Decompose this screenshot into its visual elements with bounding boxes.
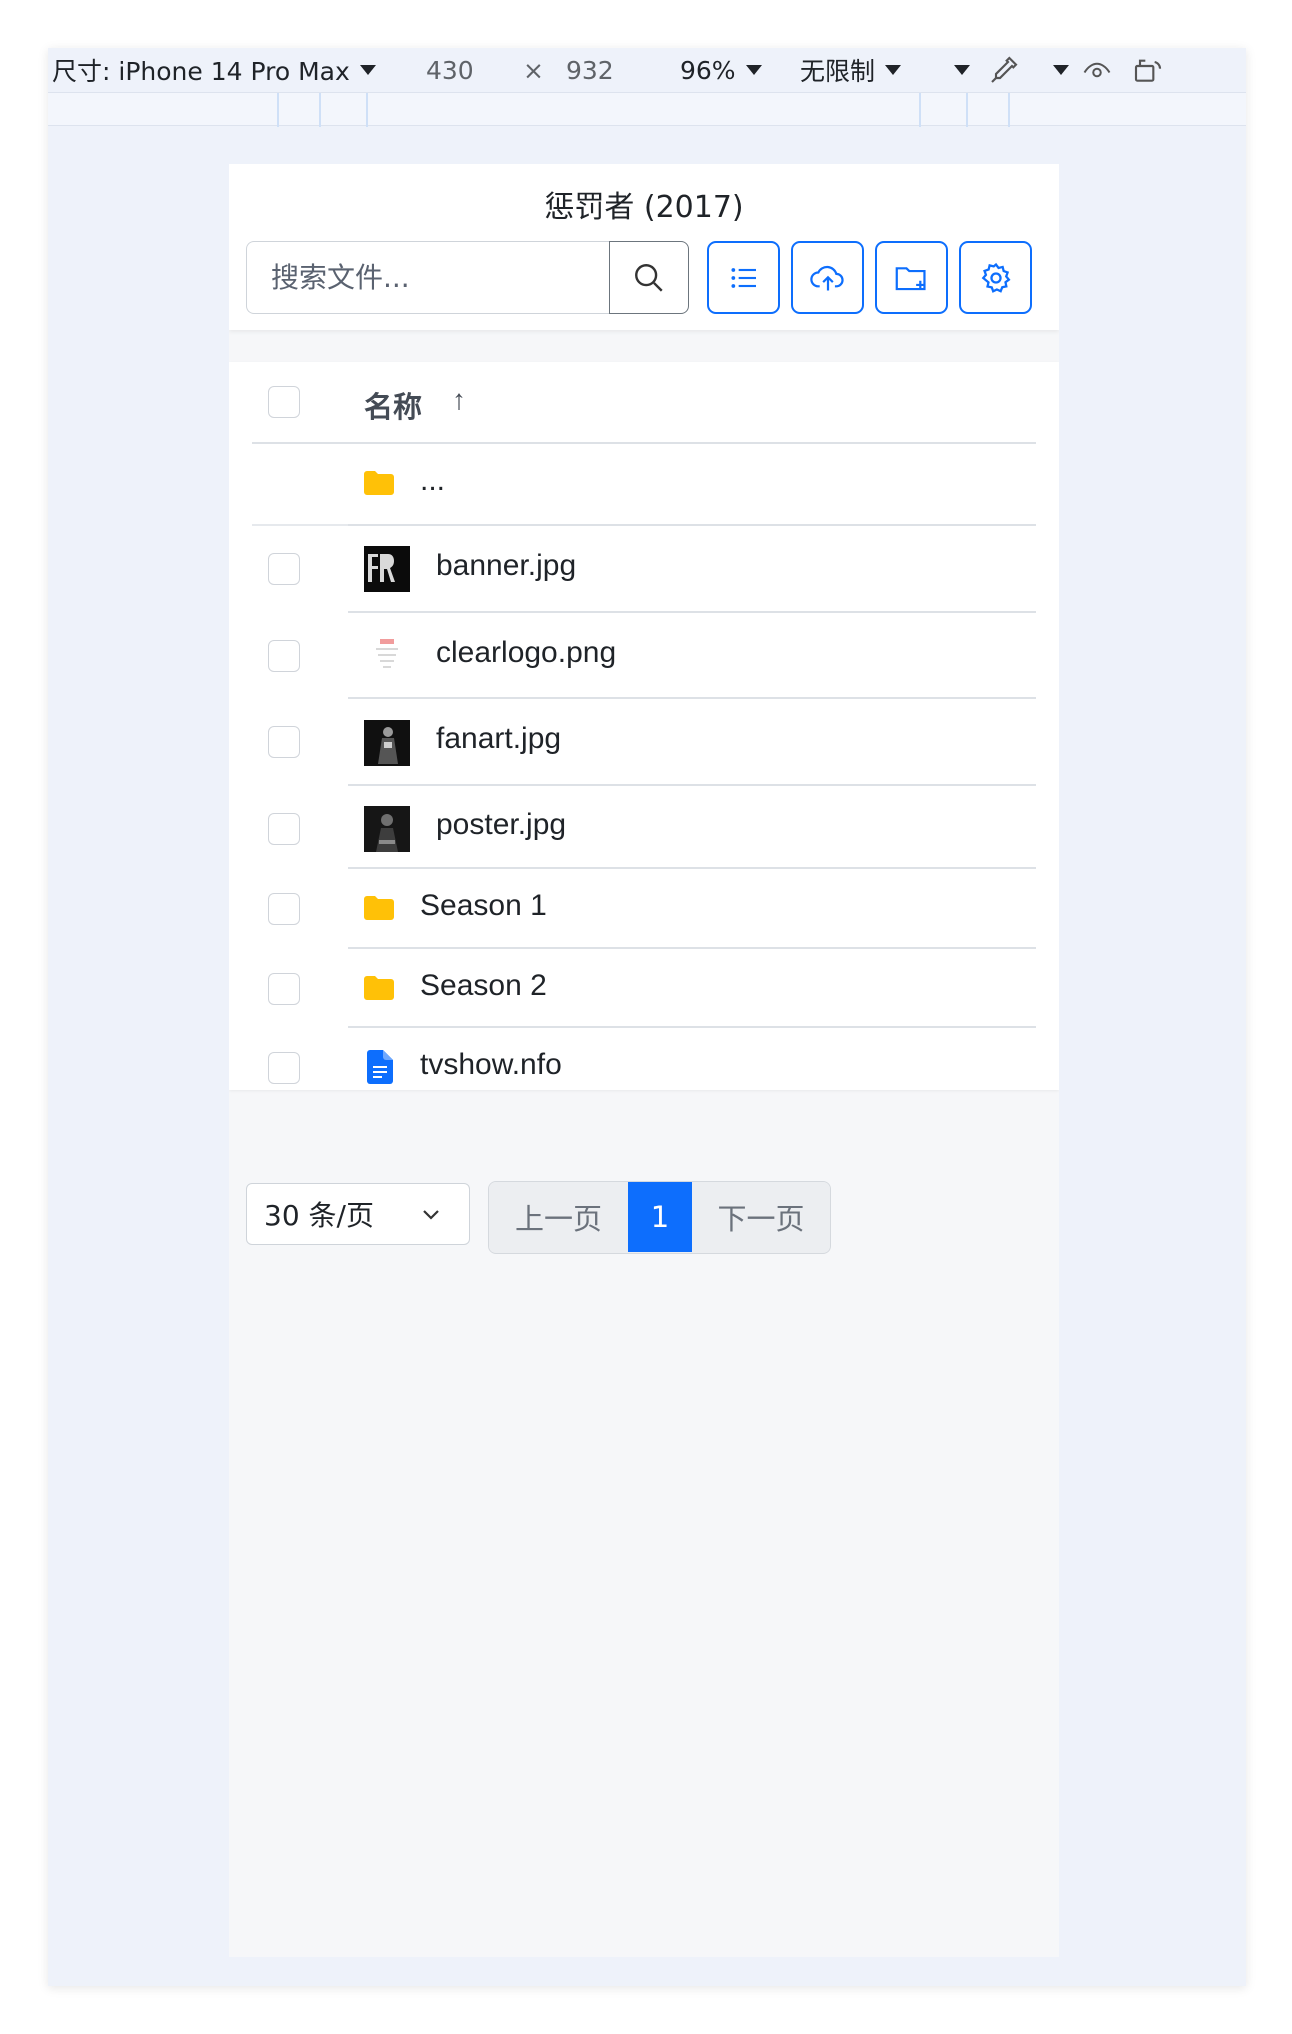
folder-name[interactable]: Season 2 xyxy=(420,969,547,1003)
page-title: 惩罚者 (2017) xyxy=(544,190,744,225)
parent-directory-row[interactable]: ... xyxy=(252,444,1036,526)
pagination: 上一页 1 下一页 xyxy=(488,1181,831,1254)
table-row[interactable]: tvshow.nfo xyxy=(252,1028,1036,1108)
page-size-label: 30 条/页 xyxy=(264,1199,374,1232)
table-row[interactable]: Season 1 xyxy=(252,869,1036,949)
prev-page-button[interactable]: 上一页 xyxy=(489,1182,628,1252)
caret-down-icon xyxy=(885,65,902,75)
parent-directory-label: ... xyxy=(420,464,446,497)
zoom-label: 96% xyxy=(680,55,736,85)
select-all-checkbox[interactable] xyxy=(268,386,300,418)
row-checkbox[interactable] xyxy=(268,973,300,1005)
gear-icon xyxy=(981,262,1011,293)
phone-viewport: 惩罚者 (2017) 名 xyxy=(229,164,1059,1957)
table-row[interactable]: banner.jpg xyxy=(252,526,1036,613)
file-name[interactable]: fanart.jpg xyxy=(436,722,561,756)
folder-icon xyxy=(364,896,394,920)
table-row[interactable]: fanart.jpg xyxy=(252,699,1036,786)
row-checkbox[interactable] xyxy=(268,893,300,925)
caret-down-icon xyxy=(745,65,762,75)
row-checkbox[interactable] xyxy=(268,640,300,672)
device-label: 尺寸: iPhone 14 Pro Max xyxy=(52,57,350,86)
media-query-ruler xyxy=(48,92,1246,127)
file-name[interactable]: poster.jpg xyxy=(436,808,566,842)
cloud-upload-icon xyxy=(809,265,844,290)
file-name[interactable]: clearlogo.png xyxy=(436,636,616,670)
times-sign: × xyxy=(523,55,544,85)
search-button[interactable] xyxy=(609,241,689,314)
settings-button[interactable] xyxy=(959,241,1032,314)
file-name[interactable]: banner.jpg xyxy=(436,549,576,583)
image-thumbnail-icon xyxy=(364,720,410,766)
row-checkbox[interactable] xyxy=(268,726,300,758)
folder-name[interactable]: Season 1 xyxy=(420,889,547,923)
upload-button[interactable] xyxy=(791,241,864,314)
document-icon xyxy=(367,1050,393,1084)
table-row[interactable]: clearlogo.png xyxy=(252,613,1036,699)
table-header: 名称 ↑ xyxy=(252,362,1036,444)
table-row[interactable]: poster.jpg xyxy=(252,786,1036,869)
caret-down-icon xyxy=(1053,65,1069,75)
device-toolbar: 尺寸: iPhone 14 Pro Max 430 × 932 96% 无限制 xyxy=(48,48,1246,92)
table-row[interactable]: Season 2 xyxy=(252,949,1036,1028)
next-page-button[interactable]: 下一页 xyxy=(692,1182,830,1252)
caret-down-icon xyxy=(954,65,970,75)
search-input[interactable] xyxy=(246,241,609,314)
throttle-select[interactable]: 无限制 xyxy=(800,48,902,92)
row-checkbox[interactable] xyxy=(268,1052,300,1084)
rotate-icon[interactable] xyxy=(1132,48,1164,92)
row-checkbox[interactable] xyxy=(268,553,300,585)
app-header: 惩罚者 (2017) xyxy=(229,164,1059,330)
folder-icon xyxy=(364,471,394,495)
image-thumbnail-icon xyxy=(364,633,410,679)
eye-icon[interactable] xyxy=(1082,48,1112,92)
folder-plus-icon xyxy=(895,266,926,290)
page-size-select[interactable]: 30 条/页 xyxy=(246,1183,470,1245)
device-select[interactable]: 尺寸: iPhone 14 Pro Max xyxy=(52,48,376,92)
sort-arrow-icon[interactable]: ↑ xyxy=(452,384,466,416)
search-icon xyxy=(635,263,663,292)
caret-down-icon xyxy=(359,65,376,75)
list-view-button[interactable] xyxy=(707,241,780,314)
new-folder-button[interactable] xyxy=(875,241,948,314)
page-1-button[interactable]: 1 xyxy=(628,1182,692,1252)
file-table: 名称 ↑ ... banner.jpg clearlogo.png fanart… xyxy=(229,362,1059,1090)
image-thumbnail-icon xyxy=(364,546,410,592)
file-name[interactable]: tvshow.nfo xyxy=(420,1048,562,1082)
more-select-2[interactable] xyxy=(1043,48,1069,92)
chevron-down-icon xyxy=(423,1210,439,1220)
width-field[interactable]: 430 xyxy=(426,48,474,92)
device-emulator: 尺寸: iPhone 14 Pro Max 430 × 932 96% 无限制 xyxy=(48,48,1246,1986)
height-field[interactable]: 932 xyxy=(566,48,614,92)
image-thumbnail-icon xyxy=(364,806,410,852)
folder-icon xyxy=(364,976,394,1000)
name-column-header[interactable]: 名称 xyxy=(364,384,422,426)
eyedropper-icon[interactable] xyxy=(988,48,1020,92)
throttle-label: 无限制 xyxy=(800,57,876,86)
row-checkbox[interactable] xyxy=(268,813,300,845)
list-icon xyxy=(730,267,756,288)
search-group xyxy=(246,241,689,314)
more-select[interactable] xyxy=(944,48,970,92)
zoom-select[interactable]: 96% xyxy=(680,48,762,92)
